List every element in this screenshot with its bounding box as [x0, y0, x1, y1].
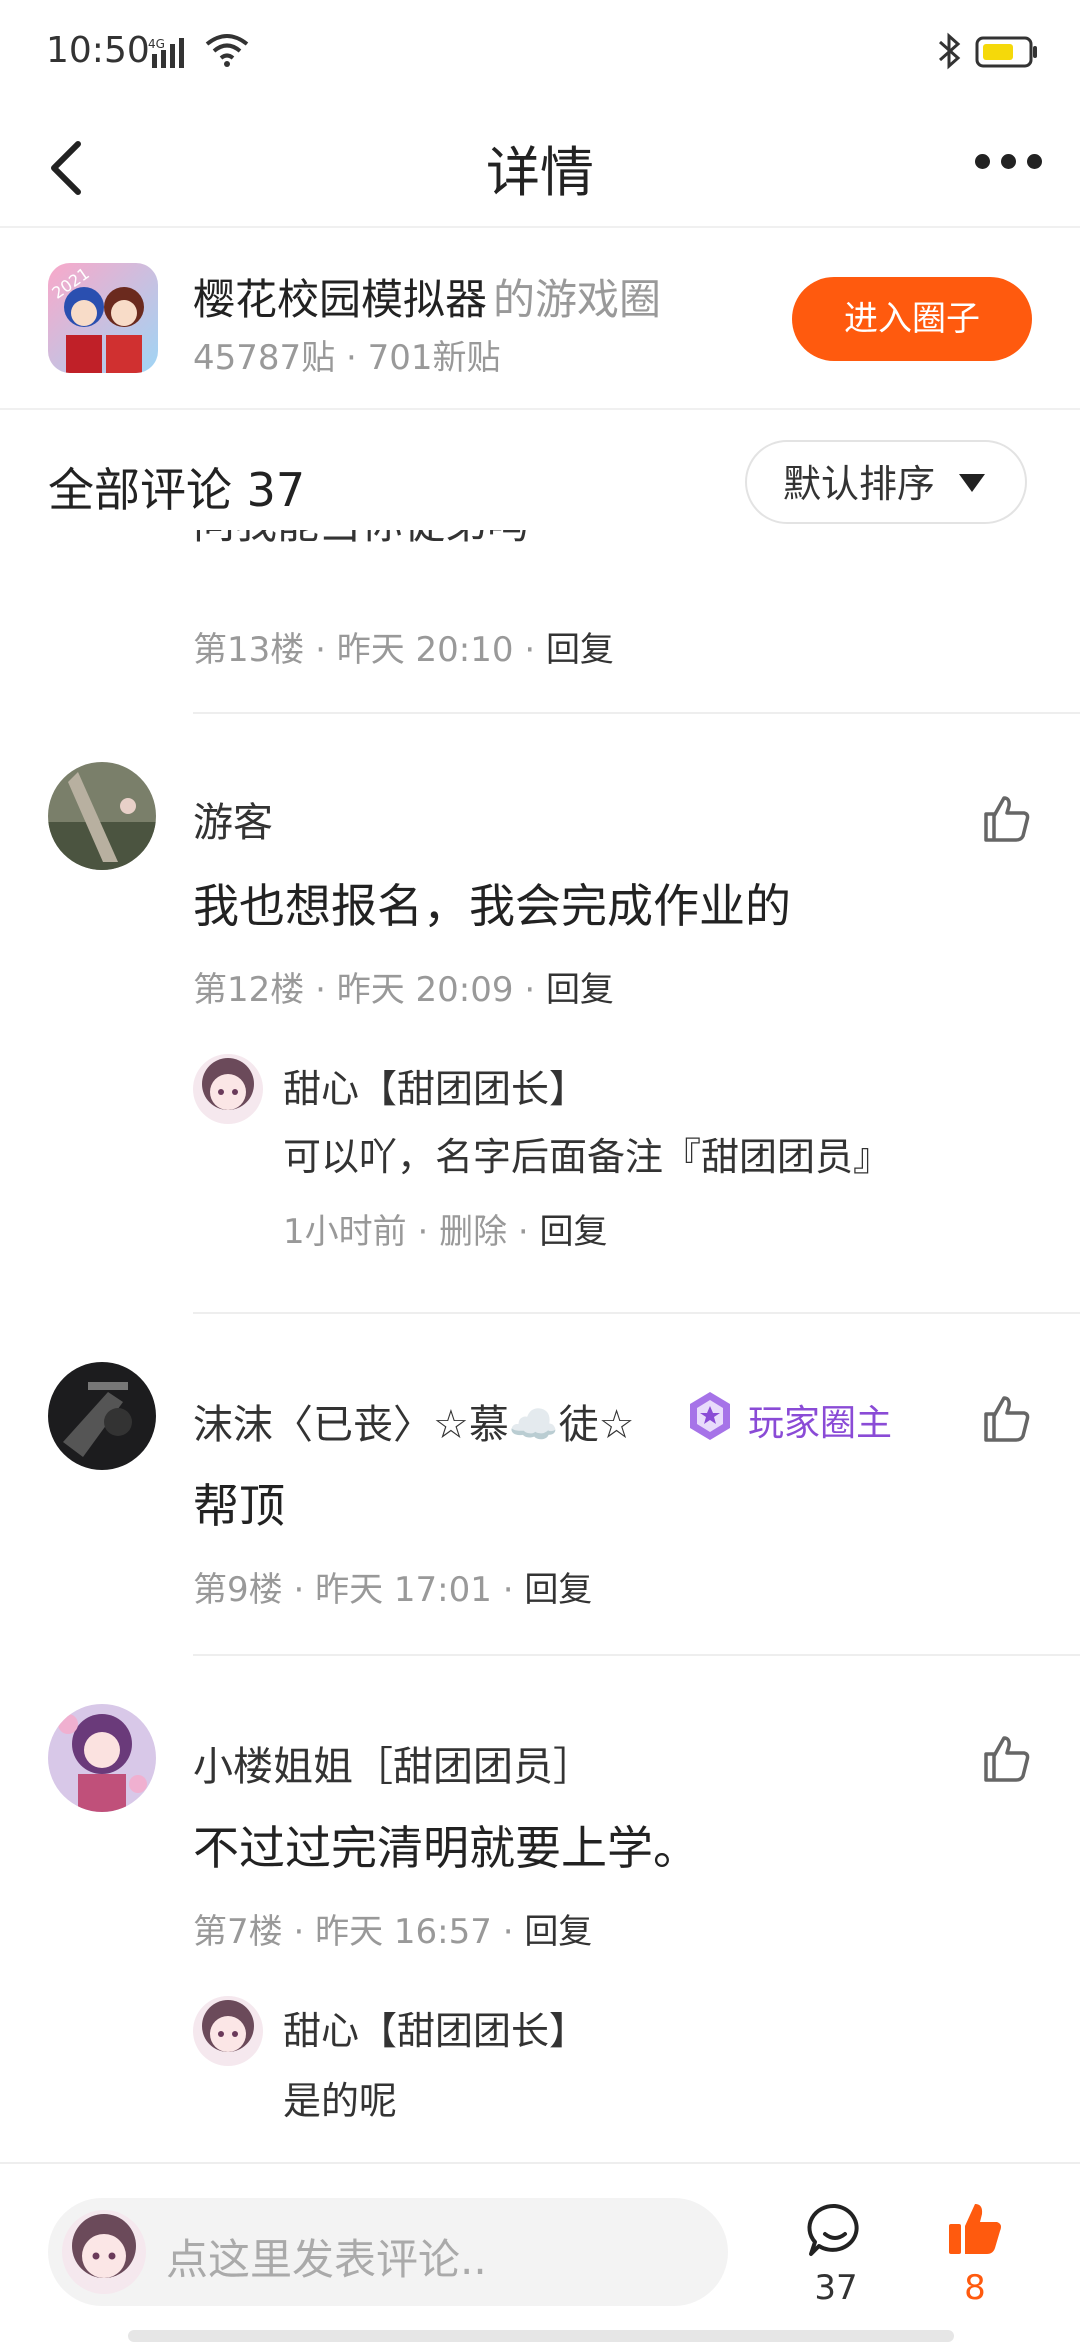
comment-time: 昨天 20:09	[336, 970, 514, 1010]
comment-list[interactable]: 问我能当你徒弟吗 第13楼 · 昨天 20:10 · 回复 游客 我也想报名，我…	[0, 530, 1080, 2160]
game-circle-banner[interactable]: 2021 樱花校园模拟器 的游戏圈 45787贴 · 701新贴 进入圈子	[0, 228, 1080, 410]
comment-meta: 第7楼 · 昨天 16:57 · 回复	[193, 1912, 593, 1952]
comment-time: 昨天 20:10	[336, 630, 514, 670]
thumb-up-icon[interactable]	[980, 1392, 1032, 1444]
thumb-up-icon[interactable]	[980, 1732, 1032, 1784]
reply-button[interactable]: 回复	[524, 1912, 592, 1952]
thumb-up-icon[interactable]	[980, 792, 1032, 844]
comment-text: 问我能当你徒弟吗	[193, 530, 529, 554]
comments-title: 全部评论 37	[48, 463, 306, 517]
comment-username[interactable]: 沫沫〈已丧〉☆慕☁️徒☆	[193, 1392, 635, 1450]
comment-time: 昨天 17:01	[315, 1570, 492, 1610]
comment-floor: 第9楼	[193, 1570, 283, 1610]
comment-time: 昨天 16:57	[315, 1912, 492, 1952]
delete-button[interactable]: 删除	[439, 1212, 507, 1252]
reply-text: 可以吖，名字后面备注『甜团团员』	[283, 1135, 892, 1179]
status-time: 10:50	[46, 30, 150, 71]
comment-meta: 第9楼 · 昨天 17:01 · 回复	[193, 1570, 593, 1610]
top-nav-bar: 详情	[0, 110, 1080, 228]
bottom-comment-bar: 点这里发表评论.. 37 8	[0, 2162, 1080, 2342]
comment-text: 我也想报名，我会完成作业的	[193, 879, 791, 933]
signal-icon: 4G	[148, 36, 196, 74]
enter-circle-button[interactable]: 进入圈子	[792, 277, 1032, 361]
circle-owner-badge-icon	[682, 1388, 738, 1444]
reply-time: 1小时前	[283, 1212, 407, 1252]
comment-text: 不过过完清明就要上学。	[193, 1821, 699, 1875]
svg-text:4G: 4G	[148, 37, 165, 51]
game-name: 樱花校园模拟器	[193, 275, 488, 324]
battery-icon	[975, 36, 1039, 72]
reply-meta: 1小时前 · 删除 · 回复	[283, 1212, 608, 1252]
like-count: 8	[964, 2268, 986, 2308]
comment-username[interactable]: 小楼姐姐［甜团团员］	[193, 1734, 593, 1792]
gesture-bar	[128, 2330, 954, 2342]
divider	[193, 712, 1080, 714]
thumb-up-icon[interactable]	[945, 2198, 1005, 2258]
comment-input-placeholder: 点这里发表评论..	[166, 2235, 487, 2284]
comment-count: 37	[814, 2268, 858, 2308]
avatar[interactable]	[48, 1362, 156, 1470]
comments-header: 全部评论 37 默认排序	[0, 410, 1080, 530]
more-icon[interactable]	[975, 154, 1043, 174]
comment-floor: 第7楼	[193, 1912, 283, 1952]
avatar[interactable]	[193, 1996, 263, 2066]
page-title: 详情	[486, 141, 594, 204]
avatar[interactable]	[48, 762, 156, 870]
comment-meta: 第12楼 · 昨天 20:09 · 回复	[193, 970, 614, 1010]
avatar[interactable]	[48, 1704, 156, 1812]
avatar[interactable]	[193, 1054, 263, 1124]
circle-owner-badge: 玩家圈主	[748, 1403, 893, 1444]
comment-input[interactable]: 点这里发表评论..	[48, 2198, 728, 2306]
wifi-icon	[205, 32, 249, 72]
divider	[193, 1654, 1080, 1656]
reply-username[interactable]: 甜心【甜团团长】	[283, 1058, 587, 1113]
comment-icon[interactable]	[805, 2200, 865, 2260]
game-circle-suffix: 的游戏圈	[493, 275, 662, 324]
comment-floor: 第12楼	[193, 970, 305, 1010]
status-bar: 10:50 4G	[0, 0, 1080, 110]
reply-text: 是的呢	[283, 2079, 398, 2123]
comment-meta: 第13楼 · 昨天 20:10 · 回复	[193, 630, 614, 670]
reply-button[interactable]: 回复	[546, 970, 614, 1010]
reply-button[interactable]: 回复	[540, 1212, 608, 1252]
game-circle-title[interactable]: 樱花校园模拟器 的游戏圈	[193, 266, 661, 327]
sort-triangle-icon	[959, 474, 985, 492]
game-icon[interactable]: 2021	[48, 263, 158, 373]
reply-button[interactable]: 回复	[524, 1570, 592, 1610]
bluetooth-icon	[936, 30, 962, 76]
comment-username[interactable]: 游客	[193, 790, 273, 848]
divider	[193, 1312, 1080, 1314]
comment-floor: 第13楼	[193, 630, 305, 670]
avatar	[62, 2210, 146, 2294]
game-circle-stats: 45787贴 · 701新贴	[193, 338, 501, 378]
reply-button[interactable]: 回复	[546, 630, 614, 670]
comment-text: 帮顶	[193, 1479, 285, 1533]
reply-username[interactable]: 甜心【甜团团长】	[283, 2000, 587, 2055]
sort-dropdown[interactable]: 默认排序	[745, 440, 1027, 524]
sort-label: 默认排序	[783, 462, 936, 506]
